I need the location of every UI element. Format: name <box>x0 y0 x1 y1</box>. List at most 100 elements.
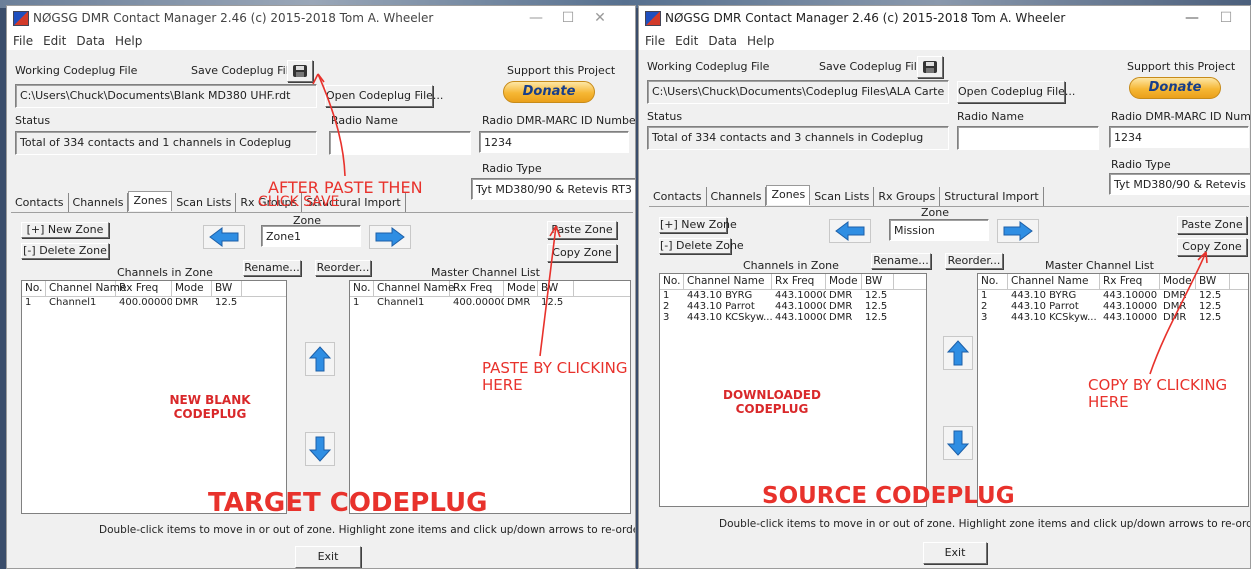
exit-button[interactable]: Exit <box>295 546 361 568</box>
tab-contacts[interactable]: Contacts <box>649 187 707 206</box>
column-header[interactable]: No. <box>978 274 1008 289</box>
list-item[interactable]: 1443.10 BYRG443.10000DMR12.5 <box>660 290 926 301</box>
cell-channel-name: 443.10 Parrot <box>687 301 755 312</box>
column-header[interactable]: BW <box>212 281 242 296</box>
paste-zone-button[interactable]: Paste Zone <box>547 221 617 239</box>
list-header: No.Channel NameRx FreqModeBW <box>978 274 1248 290</box>
move-up-button[interactable] <box>943 336 973 370</box>
list-item[interactable]: 1 Channel1 400.00000DMR 12.5 <box>350 297 630 308</box>
column-header[interactable]: No. <box>350 281 374 296</box>
annotation-downloaded: DOWNLOADED <box>723 388 821 402</box>
exit-button[interactable]: Exit <box>923 542 987 564</box>
cell-channel-name: 443.10 BYRG <box>1011 290 1077 301</box>
column-header[interactable]: Mode <box>172 281 212 296</box>
column-header[interactable]: No. <box>22 281 46 296</box>
menu-edit[interactable]: Edit <box>669 31 702 48</box>
radio-id-input[interactable]: 1234 <box>1109 126 1249 148</box>
minimize-button[interactable]: — <box>1179 8 1205 28</box>
tab-channels[interactable]: Channels <box>707 187 767 206</box>
column-header[interactable]: Channel Name <box>684 274 772 289</box>
move-down-button[interactable] <box>305 432 335 466</box>
tab-scan-lists[interactable]: Scan Lists <box>172 193 237 212</box>
codeplug-path-field[interactable]: C:\Users\Chuck\Documents\Blank MD380 UHF… <box>15 84 317 108</box>
support-project-label: Support this Project <box>1127 60 1236 73</box>
menu-help[interactable]: Help <box>741 31 778 48</box>
menu-data[interactable]: Data <box>70 31 109 48</box>
list-item[interactable]: 3443.10 KCSkyw...443.10000DMR12.5 <box>978 312 1248 323</box>
master-channel-list[interactable]: No. Channel NameRx Freq Mode BW 1 Channel1 40… <box>349 280 631 514</box>
column-header[interactable]: Rx Freq <box>1100 274 1160 289</box>
menu-edit[interactable]: Edit <box>37 31 70 48</box>
minimize-button[interactable]: — <box>523 8 549 28</box>
move-up-button[interactable] <box>305 342 335 376</box>
reorder-button[interactable]: Reorder... <box>945 253 1003 269</box>
new-zone-button[interactable]: [+] New Zone <box>659 217 737 233</box>
tab-rx-groups[interactable]: Rx Groups <box>874 187 941 206</box>
next-zone-button[interactable] <box>997 219 1039 243</box>
new-zone-button[interactable]: [+] New Zone <box>21 222 109 238</box>
list-item[interactable]: 2443.10 Parrot443.10000DMR12.5 <box>978 301 1248 312</box>
zone-name-field[interactable]: Mission <box>889 219 989 241</box>
previous-zone-button[interactable] <box>829 219 871 243</box>
next-zone-button[interactable] <box>369 225 411 249</box>
column-header[interactable]: Rx Freq <box>116 281 172 296</box>
list-item[interactable]: 2443.10 Parrot443.10000DMR12.5 <box>660 301 926 312</box>
open-codeplug-button[interactable]: Open Codeplug File... <box>957 81 1075 103</box>
column-header[interactable]: BW <box>1196 274 1230 289</box>
maximize-button[interactable]: ☐ <box>1213 8 1239 28</box>
radio-name-input[interactable] <box>957 126 1099 150</box>
cell-rx-freq: 443.10000 <box>775 290 826 301</box>
menu-help[interactable]: Help <box>109 31 146 48</box>
zone-name-field[interactable]: Zone1 <box>261 225 361 247</box>
tab-structural-import[interactable]: Structural Import <box>940 187 1044 206</box>
reorder-button[interactable]: Reorder... <box>315 260 371 276</box>
radio-type-select[interactable]: Tyt MD380/90 & Retevis RT3 <box>1109 173 1250 195</box>
menu-file[interactable]: File <box>639 31 669 48</box>
column-header[interactable]: BW <box>862 274 894 289</box>
donate-button[interactable]: Donate <box>1129 77 1221 99</box>
list-item[interactable]: 3443.10 KCSkyw...443.10000DMR12.5 <box>660 312 926 323</box>
menu-file[interactable]: File <box>7 31 37 48</box>
save-codeplug-button[interactable] <box>917 56 943 78</box>
column-header[interactable]: Rx Freq <box>450 281 504 296</box>
paste-zone-button[interactable]: Paste Zone <box>1177 216 1247 234</box>
cell-no: 3 <box>663 312 670 323</box>
tab-channels[interactable]: Channels <box>69 193 129 212</box>
column-header[interactable]: BW <box>538 281 574 296</box>
copy-zone-button[interactable]: Copy Zone <box>1177 238 1247 256</box>
cell-rx-freq: 443.10000 <box>1103 301 1158 312</box>
tab-zones[interactable]: Zones <box>766 185 811 205</box>
delete-zone-button[interactable]: [-] Delete Zone <box>21 243 109 259</box>
codeplug-path-field[interactable]: C:\Users\Chuck\Documents\Codeplug Files\… <box>647 80 949 104</box>
open-codeplug-button[interactable]: Open Codeplug File... <box>325 85 443 107</box>
list-item[interactable]: 1 Channel1 400.00000DMR 12.5 <box>22 297 286 308</box>
close-button[interactable]: ✕ <box>587 8 613 28</box>
column-header[interactable]: No. <box>660 274 684 289</box>
donate-button[interactable]: Donate <box>503 81 595 103</box>
radio-name-input[interactable] <box>329 131 471 155</box>
column-header[interactable]: Channel Name <box>46 281 126 296</box>
column-header[interactable]: Rx Freq <box>772 274 826 289</box>
window-title: NØGSG DMR Contact Manager 2.46 (c) 2015-… <box>665 11 1066 25</box>
tab-contacts[interactable]: Contacts <box>11 193 69 212</box>
column-header[interactable]: Mode <box>1160 274 1196 289</box>
column-header[interactable]: Mode <box>504 281 538 296</box>
save-codeplug-button[interactable] <box>287 60 313 82</box>
rename-button[interactable]: Rename... <box>243 260 301 276</box>
cell-mode: DMR <box>507 297 531 308</box>
column-header[interactable]: Mode <box>826 274 862 289</box>
tab-zones[interactable]: Zones <box>128 191 173 211</box>
copy-zone-button[interactable]: Copy Zone <box>547 244 617 262</box>
previous-zone-button[interactable] <box>203 225 245 249</box>
column-header[interactable]: Channel Name <box>1008 274 1100 289</box>
radio-type-select[interactable]: Tyt MD380/90 & Retevis RT3 <box>471 178 635 200</box>
maximize-button[interactable]: ☐ <box>555 8 581 28</box>
list-item[interactable]: 1443.10 BYRG443.10000DMR12.5 <box>978 290 1248 301</box>
delete-zone-button[interactable]: [-] Delete Zone <box>659 238 744 254</box>
column-header[interactable]: Channel Name <box>374 281 454 296</box>
tab-scan-lists[interactable]: Scan Lists <box>810 187 875 206</box>
rename-button[interactable]: Rename... <box>871 253 931 269</box>
move-down-button[interactable] <box>943 426 973 460</box>
menu-data[interactable]: Data <box>702 31 741 48</box>
radio-id-input[interactable]: 1234 <box>479 131 629 153</box>
